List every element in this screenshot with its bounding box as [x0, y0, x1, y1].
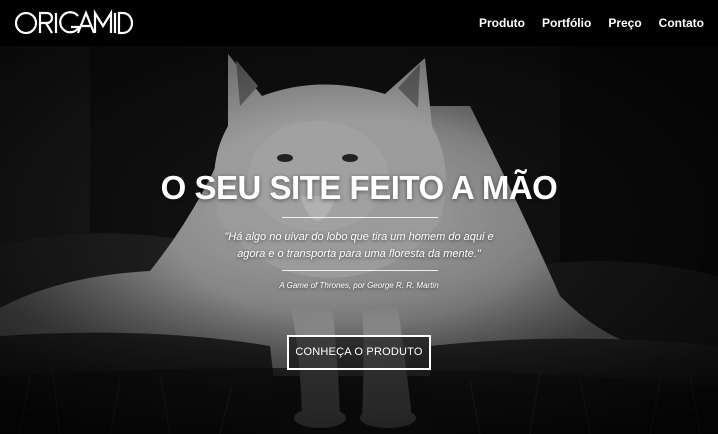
hero-title: O SEU SITE FEITO A MÃO — [160, 169, 558, 206]
logo[interactable] — [15, 9, 133, 37]
nav-link-produto[interactable]: Produto — [479, 15, 525, 31]
hero-content: O SEU SITE FEITO A MÃO "Há algo no uivar… — [0, 46, 718, 434]
cta-button[interactable]: CONHEÇA O PRODUTO — [287, 335, 431, 370]
hero-quote: "Há algo no uivar do lobo que tira um ho… — [224, 231, 494, 260]
hero-quote-source: A Game of Thrones, por George R. R. Mart… — [279, 281, 439, 290]
hero-divider-bottom — [282, 270, 438, 271]
nav-link-contato[interactable]: Contato — [659, 15, 704, 31]
hero-divider-top — [282, 217, 438, 218]
hero-section: O SEU SITE FEITO A MÃO "Há algo no uivar… — [0, 46, 718, 434]
nav-link-portfolio[interactable]: Portfólio — [542, 15, 591, 31]
site-header: Produto Portfólio Preço Contato — [0, 0, 718, 46]
origamid-logo-icon — [15, 9, 133, 35]
nav-link-preco[interactable]: Preço — [608, 15, 641, 31]
page: Produto Portfólio Preço Contato O SEU SI… — [0, 0, 718, 434]
main-nav: Produto Portfólio Preço Contato — [462, 15, 704, 31]
